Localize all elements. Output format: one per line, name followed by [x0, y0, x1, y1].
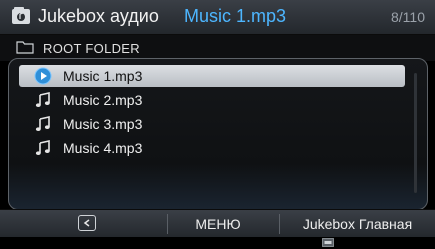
now-playing-title: Music 1.mp3 — [184, 6, 287, 26]
music-note-icon — [35, 116, 50, 131]
title-bar: Jukebox аудио Music 1.mp3 8/110 — [0, 0, 435, 35]
track-label: Music 2.mp3 — [63, 92, 143, 108]
track-label: Music 1.mp3 — [63, 68, 143, 84]
jukebox-icon — [12, 7, 30, 24]
app-title: Jukebox аудио — [38, 6, 159, 26]
jukebox-screen: Jukebox аудио Music 1.mp3 8/110 ROOT FOL… — [0, 0, 435, 249]
menu-button[interactable]: МЕНЮ — [168, 210, 268, 237]
status-indicator-icon — [322, 238, 334, 247]
menu-label: МЕНЮ — [195, 216, 241, 232]
track-counter: 8/110 — [391, 9, 425, 25]
folder-name: ROOT FOLDER — [43, 41, 140, 56]
track-row[interactable]: Music 3.mp3 — [19, 113, 405, 135]
home-label: Jukebox Главная — [302, 216, 413, 232]
jukebox-home-button[interactable]: Jukebox Главная — [280, 210, 435, 237]
music-note-icon — [35, 140, 50, 155]
bottom-bar: МЕНЮ Jukebox Главная — [0, 209, 435, 237]
folder-icon — [16, 41, 34, 54]
status-bar — [0, 237, 435, 249]
music-note-icon — [35, 92, 50, 107]
track-row[interactable]: Music 1.mp3 — [19, 65, 405, 87]
track-list: Music 1.mp3 Music 2.mp3 Music 3.mp3 Musi… — [8, 58, 428, 210]
scrollbar[interactable] — [414, 73, 417, 193]
play-circle-icon — [34, 67, 52, 85]
track-label: Music 3.mp3 — [63, 116, 143, 132]
track-row[interactable]: Music 2.mp3 — [19, 89, 405, 111]
track-label: Music 4.mp3 — [63, 140, 143, 156]
back-icon — [83, 219, 90, 227]
track-row[interactable]: Music 4.mp3 — [19, 137, 405, 159]
back-button[interactable] — [78, 215, 96, 231]
